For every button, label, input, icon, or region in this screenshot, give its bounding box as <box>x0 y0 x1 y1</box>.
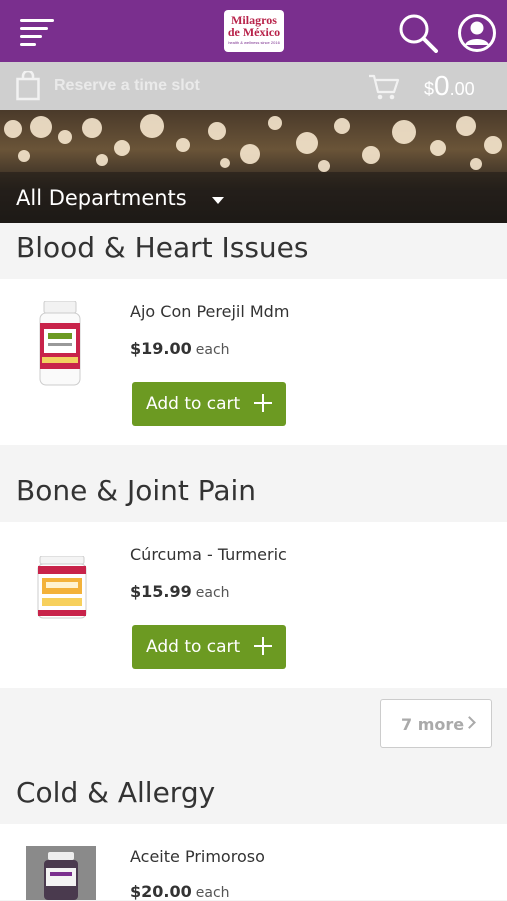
product-name[interactable]: Aceite Primoroso <box>130 847 265 866</box>
product-image[interactable] <box>36 556 88 620</box>
hamburger-menu-icon[interactable] <box>20 17 54 46</box>
department-selector-label[interactable]: All Departments <box>16 186 187 210</box>
product-price: $20.00 each <box>130 882 230 901</box>
price-unit: each <box>195 885 230 901</box>
price-unit: each <box>195 585 230 601</box>
category-title: Bone & Joint Pain <box>16 474 257 507</box>
more-products-button[interactable]: 7 more <box>380 699 492 748</box>
shopping-bag-icon[interactable] <box>16 71 40 101</box>
price-value: $19.00 <box>130 339 192 358</box>
product-image[interactable] <box>36 301 84 387</box>
more-products-label: 7 more <box>401 715 465 734</box>
add-to-cart-button[interactable]: Add to cart <box>132 625 286 669</box>
price-value: $15.99 <box>130 582 192 601</box>
account-icon[interactable] <box>457 13 497 53</box>
product-price: $19.00 each <box>130 339 230 358</box>
search-icon[interactable] <box>398 13 438 53</box>
price-value: $20.00 <box>130 882 192 901</box>
category-title: Blood & Heart Issues <box>16 231 309 264</box>
product-card: Ajo Con Perejil Mdm $19.00 each Add to ca… <box>0 279 507 445</box>
cart-currency: $ <box>424 79 435 99</box>
cart-icon[interactable] <box>368 73 400 101</box>
add-to-cart-button[interactable]: Add to cart <box>132 382 286 426</box>
category-title: Cold & Allergy <box>16 776 216 809</box>
product-name[interactable]: Ajo Con Perejil Mdm <box>130 302 289 321</box>
store-logo[interactable]: Milagros de México health & wellness sin… <box>224 10 284 52</box>
cart-dollars: 0 <box>434 70 450 101</box>
cart-cents: .00 <box>449 79 475 99</box>
product-card: Aceite Primoroso $20.00 each <box>0 824 507 901</box>
plus-icon <box>254 394 272 412</box>
add-to-cart-label: Add to cart <box>146 637 241 657</box>
product-image[interactable] <box>26 846 96 900</box>
product-card: Cúrcuma - Turmeric $15.99 each Add to car… <box>0 522 507 688</box>
product-price: $15.99 each <box>130 582 230 601</box>
chevron-down-icon[interactable] <box>212 197 224 204</box>
plus-icon <box>254 637 272 655</box>
price-unit: each <box>195 342 230 358</box>
product-name[interactable]: Cúrcuma - Turmeric <box>130 545 287 564</box>
logo-line2: de México <box>227 25 281 39</box>
cart-total[interactable]: $0.00 <box>424 70 475 102</box>
logo-tagline: health & wellness since 2016 <box>228 40 280 45</box>
add-to-cart-label: Add to cart <box>146 394 241 414</box>
chevron-right-icon <box>463 716 476 729</box>
reserve-time-slot-link[interactable]: Reserve a time slot <box>54 77 200 95</box>
